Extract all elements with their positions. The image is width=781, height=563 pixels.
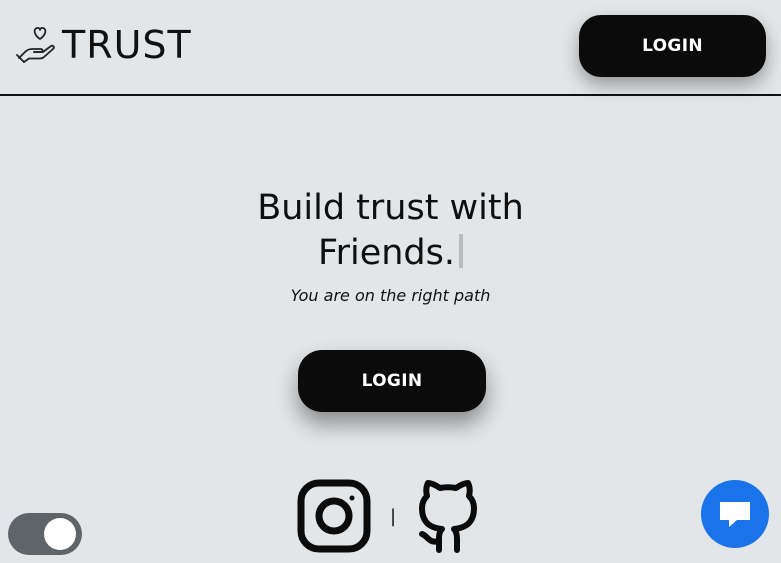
chat-button[interactable] <box>701 480 769 548</box>
hero-subtitle: You are on the right path <box>290 286 491 305</box>
hero-title-line-2: Friends. <box>318 233 455 273</box>
hero-login-button[interactable]: LOGIN <box>298 350 486 412</box>
header-login-button[interactable]: LOGIN <box>579 15 766 77</box>
typing-caret <box>459 234 463 268</box>
page: TRUST LOGIN Build trust with Friends. Yo… <box>0 0 781 563</box>
instagram-link[interactable] <box>296 478 372 554</box>
github-link[interactable] <box>414 478 482 554</box>
hero-title-line-1: Build trust with <box>257 188 524 228</box>
top-navbar: TRUST LOGIN <box>0 0 781 96</box>
brand[interactable]: TRUST <box>16 24 192 66</box>
theme-toggle[interactable] <box>8 513 82 555</box>
hero-title: Build trust with Friends. <box>0 186 781 276</box>
social-links: | <box>296 478 482 554</box>
chat-bubble-icon <box>720 502 750 527</box>
github-icon <box>419 480 478 553</box>
toggle-knob <box>44 518 76 550</box>
brand-name: TRUST <box>62 23 192 67</box>
social-separator: | <box>390 505 397 527</box>
hero-title-line-2-wrap: Friends. <box>0 231 781 276</box>
instagram-icon <box>297 479 371 553</box>
heart-hand-icon <box>16 27 55 63</box>
